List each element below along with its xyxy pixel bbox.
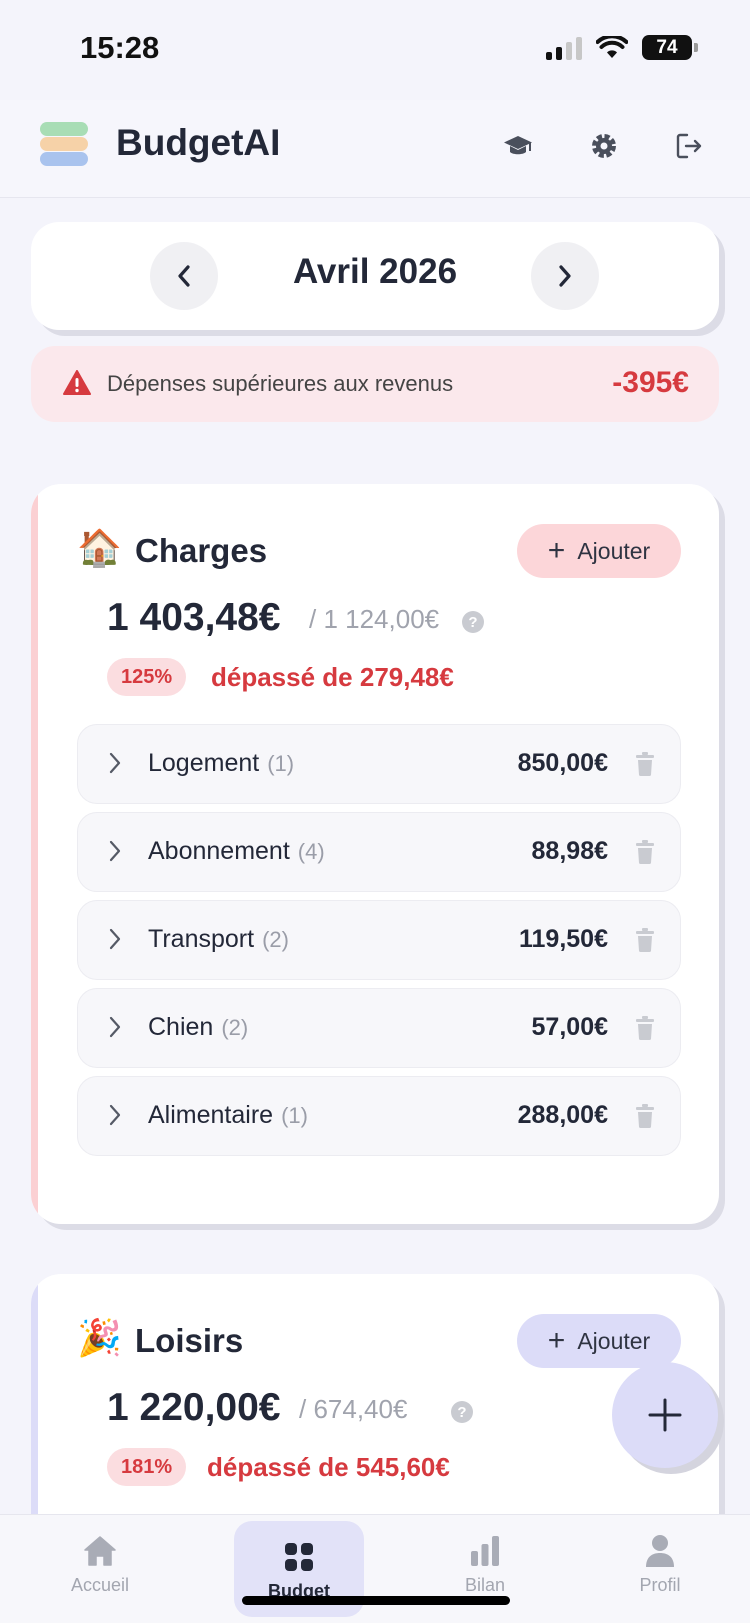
home-indicator (242, 1596, 510, 1605)
percent-badge: 125% (107, 658, 187, 696)
month-selector: Avril 2026 (31, 222, 719, 330)
subcategory-count: (1) (281, 1103, 308, 1128)
bottom-navigation: Accueil Budget Bilan Profil (0, 1514, 750, 1623)
wifi-icon (596, 35, 628, 58)
home-icon (83, 1533, 117, 1569)
subcategory-amount: 850,00€ (517, 749, 608, 777)
alert-message: Dépenses supérieures aux revenus (107, 371, 454, 396)
grid-icon (284, 1539, 314, 1575)
nav-label: Bilan (464, 1575, 506, 1595)
subcategory-count: (1) (267, 751, 295, 776)
battery-icon: 74 (642, 35, 698, 60)
subcategory-amount: 119,50€ (519, 925, 608, 953)
subcategory-label: Abonnement (4) (148, 837, 325, 865)
chevron-right-icon (109, 752, 121, 774)
nav-label: Accueil (70, 1575, 130, 1595)
subcategory-row[interactable]: Logement (1) 850,00€ (77, 724, 681, 804)
subcategory-amount: 57,00€ (531, 1013, 608, 1041)
app-logo-icon (40, 122, 88, 168)
house-icon: 🏠 (77, 527, 122, 568)
add-button-label: Ajouter (577, 1327, 651, 1354)
status-bar: 15:28 74 (0, 0, 750, 100)
spent-amount: 1 403,48€ (107, 596, 281, 639)
subcategory-row[interactable]: Alimentaire (1) 288,00€ (77, 1076, 681, 1156)
help-icon[interactable]: ? (451, 1401, 473, 1423)
nav-label: Profil (639, 1575, 681, 1595)
plus-icon: + (547, 1324, 566, 1357)
trash-icon[interactable] (634, 839, 656, 865)
subcategory-row[interactable]: Chien (2) 57,00€ (77, 988, 681, 1068)
bar-chart-icon (469, 1533, 501, 1569)
party-popper-icon: 🎉 (77, 1317, 122, 1358)
subcategory-row[interactable]: Transport (2) 119,50€ (77, 900, 681, 980)
add-expense-button[interactable]: + Ajouter (517, 524, 681, 578)
category-name: Charges (135, 532, 268, 569)
over-budget-text: dépassé de 279,48€ (211, 662, 454, 692)
chevron-right-icon (109, 1016, 121, 1038)
user-icon (645, 1533, 675, 1569)
subcategory-row[interactable]: Abonnement (4) 88,98€ (77, 812, 681, 892)
chevron-right-icon (109, 1104, 121, 1126)
subcategory-count: (4) (297, 839, 325, 864)
subcategory-amount: 288,00€ (517, 1101, 608, 1129)
trash-icon[interactable] (634, 751, 656, 777)
app-title: BudgetAI (116, 122, 281, 163)
chevron-right-icon (559, 265, 571, 287)
budget-amount: / 674,40€ (299, 1394, 408, 1424)
subcategory-label: Logement (1) (148, 749, 295, 777)
current-month-label: Avril 2026 (292, 252, 458, 291)
budget-amount: / 1 124,00€ (309, 604, 440, 634)
over-budget-text: dépassé de 545,60€ (207, 1452, 450, 1482)
battery-level: 74 (642, 35, 692, 60)
subcategory-label: Transport (2) (148, 925, 289, 953)
app-header: BudgetAI (0, 100, 750, 198)
subcategory-list: Logement (1) 850,00€ Abonnement (4) 88,98€… (77, 724, 681, 1164)
chevron-right-icon (109, 928, 121, 950)
category-accent-bar (31, 484, 38, 1224)
warning-icon (63, 370, 91, 395)
subcategory-label: Alimentaire (1) (148, 1101, 308, 1129)
overspend-alert: Dépenses supérieures aux revenus -395€ (31, 346, 719, 422)
add-button-label: Ajouter (577, 537, 651, 564)
subcategory-count: (2) (262, 927, 289, 952)
add-expense-button[interactable]: + Ajouter (517, 1314, 681, 1368)
nav-item-accueil[interactable]: Accueil (35, 1515, 165, 1615)
next-month-button[interactable] (531, 242, 599, 310)
logout-icon[interactable] (669, 126, 709, 166)
settings-gear-icon[interactable] (584, 126, 624, 166)
subcategory-amount: 88,98€ (531, 837, 608, 865)
chevron-right-icon (109, 840, 121, 862)
plus-icon: + (547, 534, 566, 567)
nav-item-profil[interactable]: Profil (595, 1515, 725, 1615)
subcategory-count: (2) (221, 1015, 249, 1040)
status-time: 15:28 (80, 30, 160, 65)
graduation-cap-icon[interactable] (498, 126, 538, 166)
add-floating-button[interactable] (612, 1362, 718, 1468)
spent-amount: 1 220,00€ (107, 1386, 281, 1429)
trash-icon[interactable] (634, 927, 656, 953)
trash-icon[interactable] (634, 1103, 656, 1129)
help-icon[interactable]: ? (462, 611, 484, 633)
alert-amount: -395€ (612, 366, 689, 399)
plus-icon (648, 1398, 682, 1432)
category-card-charges: 🏠 Charges + Ajouter 1 403,48€ / 1 124,00… (31, 484, 719, 1224)
status-icons: 74 (546, 35, 698, 60)
cellular-signal-icon (546, 36, 582, 60)
category-name: Loisirs (135, 1322, 244, 1359)
percent-badge: 181% (107, 1448, 187, 1486)
trash-icon[interactable] (634, 1015, 656, 1041)
subcategory-label: Chien (2) (148, 1013, 249, 1041)
